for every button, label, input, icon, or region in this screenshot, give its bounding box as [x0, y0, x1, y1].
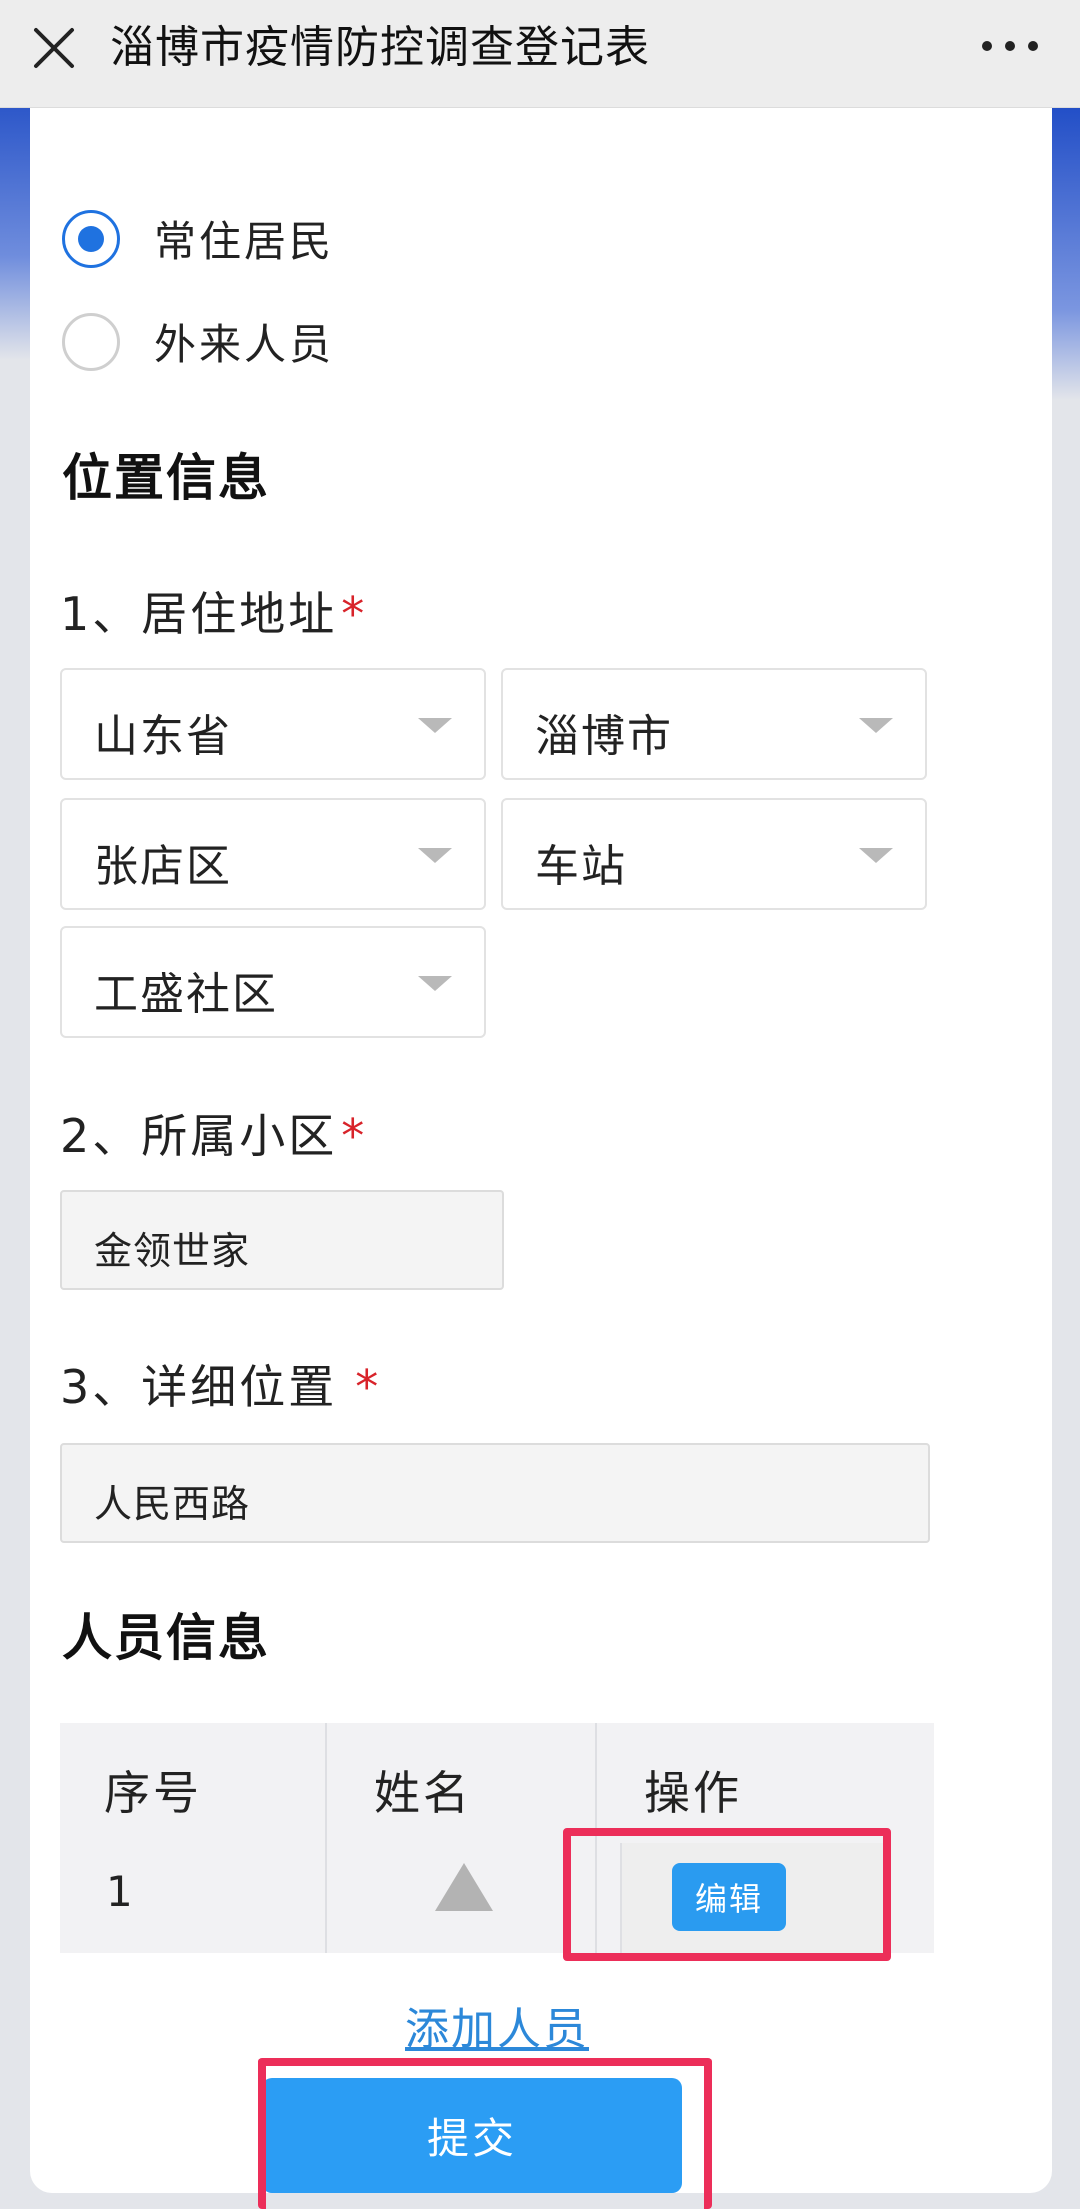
- triangle-placeholder-icon: [435, 1863, 493, 1911]
- column-header-name: 姓名: [374, 1766, 472, 1820]
- detail-location-input[interactable]: 人民西路: [60, 1443, 930, 1543]
- more-icon[interactable]: [982, 38, 1038, 54]
- submit-button[interactable]: 提交: [262, 2078, 682, 2193]
- select-value: 工盛社区: [94, 969, 278, 1020]
- estate-label-text: 2、所属小区: [60, 1109, 338, 1163]
- city-select[interactable]: 淄博市: [501, 668, 927, 780]
- column-header-action: 操作: [644, 1766, 742, 1820]
- background-decoration-right: [1050, 100, 1080, 400]
- add-person-link[interactable]: 添加人员: [405, 1993, 589, 2057]
- close-icon[interactable]: [28, 22, 80, 74]
- radio-checked-icon[interactable]: [62, 209, 120, 268]
- street-select[interactable]: 车站: [501, 798, 927, 910]
- more-dot: [1028, 41, 1038, 51]
- required-mark: *: [341, 1109, 368, 1163]
- people-table: 序号 姓名 操作 1 编辑: [60, 1723, 934, 1953]
- edit-button[interactable]: 编辑: [672, 1863, 786, 1931]
- input-value: 人民西路: [94, 1482, 251, 1526]
- caret-down-icon: [418, 848, 452, 863]
- select-value: 山东省: [94, 711, 232, 762]
- estate-input[interactable]: 金领世家: [60, 1190, 504, 1290]
- district-select[interactable]: 张店区: [60, 798, 486, 910]
- address-label-text: 1、居住地址: [60, 587, 338, 641]
- section-title-people: 人员信息: [62, 1609, 270, 1667]
- column-divider: [595, 1723, 597, 1953]
- province-select[interactable]: 山东省: [60, 668, 486, 780]
- caret-down-icon: [418, 976, 452, 991]
- section-title-location: 位置信息: [62, 449, 270, 507]
- nav-bar: 淄博市疫情防控调查登记表: [0, 0, 1080, 108]
- input-value: 金领世家: [94, 1229, 251, 1273]
- background-decoration-left: [0, 100, 34, 360]
- radio-label: 外来人员: [154, 320, 335, 369]
- row-index: 1: [106, 1867, 133, 1916]
- form-card: 常住居民 外来人员 位置信息 1、居住地址* 山东省 淄博市 张店区 车站 工盛…: [30, 108, 1052, 2193]
- radio-resident[interactable]: 常住居民: [62, 208, 334, 269]
- detail-label-text: 3、详细位置: [60, 1360, 338, 1414]
- field-label-estate: 2、所属小区*: [60, 1100, 367, 1166]
- radio-visitor[interactable]: 外来人员: [62, 311, 334, 372]
- select-value: 张店区: [94, 841, 232, 892]
- field-label-detail: 3、详细位置 *: [60, 1351, 381, 1417]
- radio-unchecked-icon[interactable]: [62, 312, 120, 371]
- community-select[interactable]: 工盛社区: [60, 926, 486, 1038]
- caret-down-icon: [859, 848, 893, 863]
- required-mark: *: [341, 587, 368, 641]
- radio-label: 常住居民: [154, 217, 335, 266]
- select-value: 淄博市: [535, 711, 673, 762]
- page-title: 淄博市疫情防控调查登记表: [110, 22, 650, 73]
- field-label-address: 1、居住地址*: [60, 578, 367, 644]
- more-dot: [982, 41, 992, 51]
- column-divider: [325, 1723, 327, 1953]
- required-mark: *: [355, 1360, 382, 1414]
- column-header-index: 序号: [104, 1766, 202, 1820]
- caret-down-icon: [859, 718, 893, 733]
- select-value: 车站: [535, 841, 627, 892]
- caret-down-icon: [418, 718, 452, 733]
- more-dot: [1005, 41, 1015, 51]
